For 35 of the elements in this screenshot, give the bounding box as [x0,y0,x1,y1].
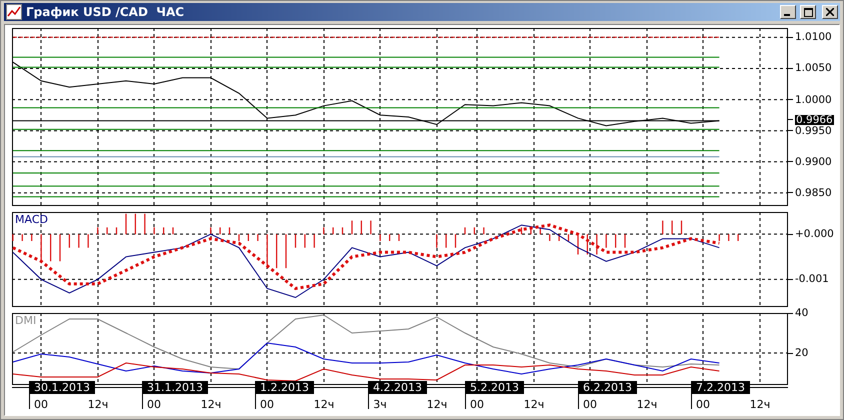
hour-label: 12ч [88,398,108,411]
hour-label: 00 [34,398,48,411]
date-label: 6.2.2013 [578,381,637,394]
hour-label: 00 [696,398,710,411]
axis-label: 20 [795,348,808,358]
date-label: 30.1.2013 [29,381,95,394]
hour-label: 00 [260,398,274,411]
axis-label: -0.001 [795,274,829,284]
axis-label: 0.9950 [795,126,832,136]
hour-label: 12ч [750,398,770,411]
hour-label: 12ч [524,398,544,411]
axis-label: 1.0000 [795,94,832,105]
window-title: График USD /CAD ЧАС [26,5,186,19]
date-label: 4.2.2013 [368,381,427,394]
axis-label: 1.0050 [795,63,832,74]
hour-label: 00 [470,398,484,411]
indicator-label: DMI [15,314,36,327]
hour-label: 00 [147,398,161,411]
date-label: 1.2.2013 [255,381,314,394]
price-label: 0.9966 [795,114,834,125]
hour-label: 3ч [373,398,387,411]
axis-label: 40 [795,308,808,318]
hour-label: 12ч [200,398,222,411]
date-label: 5.2.2013 [465,381,524,394]
axis-label: 0.9900 [795,156,832,167]
hour-label: 12ч [426,398,448,411]
hour-label: 12ч [314,398,334,411]
hour-label: 12ч [636,398,658,411]
axis-label: 1.0100 [795,32,832,42]
indicator-label: MACD [15,213,48,226]
date-label: 31.1.2013 [142,381,208,394]
axis-label: +0.000 [795,229,834,240]
hour-label: 00 [583,398,597,411]
date-label: 7.2.2013 [691,381,750,394]
axis-label: 0.9850 [795,188,832,198]
